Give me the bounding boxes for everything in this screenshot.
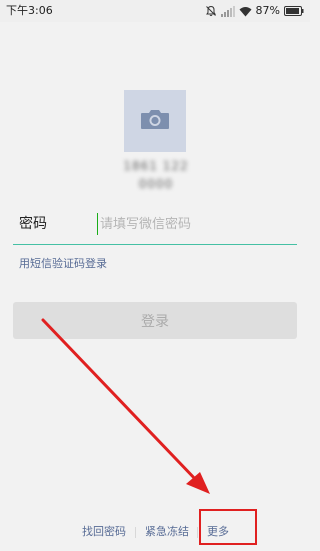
- status-bar: 下午3:06 87%: [0, 0, 310, 22]
- account-name: 1861 122 0000: [123, 159, 189, 191]
- signal-icon: [220, 5, 235, 17]
- avatar[interactable]: [124, 90, 186, 152]
- status-time: 下午3:06: [6, 4, 53, 17]
- password-underline: [13, 244, 297, 245]
- bottom-links: 找回密码 紧急冻结 更多: [0, 522, 310, 542]
- emergency-freeze-link[interactable]: 紧急冻结: [145, 524, 189, 540]
- password-label: 密码: [19, 216, 47, 232]
- login-button[interactable]: 登录: [13, 302, 297, 339]
- divider: [197, 527, 198, 538]
- sms-login-link[interactable]: 用短信验证码登录: [19, 257, 107, 271]
- camera-icon: [140, 108, 170, 134]
- status-icons: 87%: [205, 3, 304, 19]
- mute-icon: [205, 5, 217, 17]
- annotation-highlight-box: [199, 509, 257, 545]
- battery-icon: [284, 6, 304, 16]
- battery-percent: 87%: [255, 4, 280, 17]
- wifi-icon: [239, 6, 252, 17]
- recover-password-link[interactable]: 找回密码: [82, 524, 126, 540]
- divider: [135, 527, 136, 538]
- annotation-arrow: [41, 318, 210, 494]
- password-input[interactable]: [97, 213, 296, 235]
